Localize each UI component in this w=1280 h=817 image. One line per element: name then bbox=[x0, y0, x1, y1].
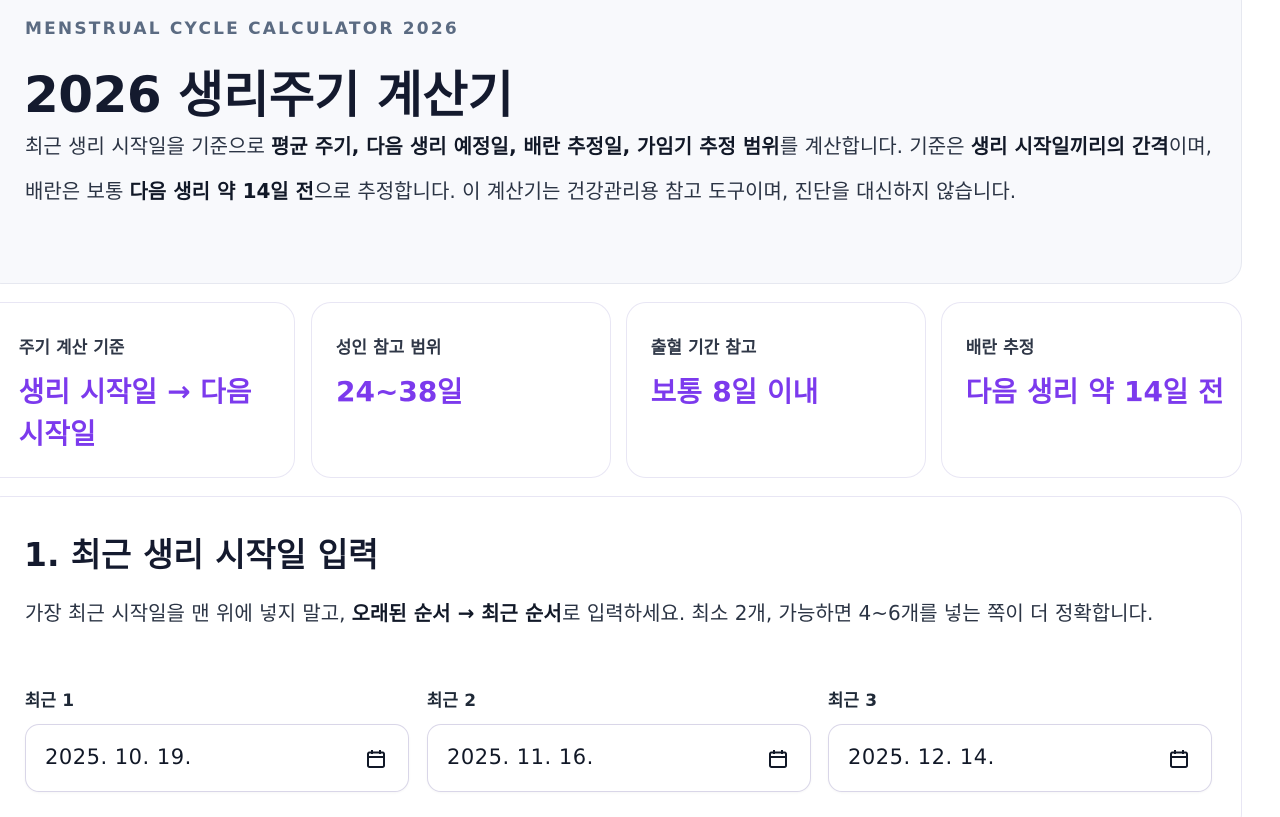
stat-label: 주기 계산 기준 bbox=[19, 338, 125, 358]
field-label-recent-3: 최근 3 bbox=[828, 691, 878, 711]
intro-paragraph: 최근 생리 시작일을 기준으로 평균 주기, 다음 생리 예정일, 배란 추정일… bbox=[25, 124, 1225, 214]
section-title: 1. 최근 생리 시작일 입력 bbox=[24, 535, 379, 574]
stat-label: 배란 추정 bbox=[966, 338, 1035, 358]
date-input-recent-1[interactable]: 2025. 10. 19. bbox=[25, 724, 409, 792]
date-value: 2025. 11. 16. bbox=[447, 745, 594, 769]
page-title: 2026 생리주기 계산기 bbox=[24, 66, 514, 124]
intro-text: 으로 추정합니다. 이 계산기는 건강관리용 참고 도구이며, 진단을 대신하지… bbox=[314, 179, 1017, 203]
stat-card-ovulation: 배란 추정 다음 생리 약 14일 전 bbox=[941, 302, 1242, 478]
intro-bold: 평균 주기, 다음 생리 예정일, 배란 추정일, 가임기 추정 범위 bbox=[271, 134, 780, 158]
stat-label: 출혈 기간 참고 bbox=[651, 338, 757, 358]
section-desc-text: 가장 최근 시작일을 맨 위에 넣지 말고, bbox=[25, 601, 352, 625]
stat-value: 생리 시작일 → 다음 시작일 bbox=[19, 375, 253, 450]
calendar-icon[interactable] bbox=[766, 747, 790, 771]
intro-text: 를 계산합니다. 기준은 bbox=[779, 134, 971, 158]
date-value: 2025. 10. 19. bbox=[45, 745, 192, 769]
intro-bold: 생리 시작일끼리의 간격 bbox=[970, 134, 1169, 158]
section-desc-bold: 오래된 순서 → 최근 순서 bbox=[351, 601, 563, 625]
date-value: 2025. 12. 14. bbox=[848, 745, 995, 769]
section-description: 가장 최근 시작일을 맨 위에 넣지 말고, 오래된 순서 → 최근 순서로 입… bbox=[25, 591, 1225, 636]
section-desc-text: 로 입력하세요. 최소 2개, 가능하면 4~6개를 넣는 쪽이 더 정확합니다… bbox=[562, 601, 1154, 625]
intro-bold: 다음 생리 약 14일 전 bbox=[129, 179, 315, 203]
calendar-icon[interactable] bbox=[364, 747, 388, 771]
date-input-recent-2[interactable]: 2025. 11. 16. bbox=[427, 724, 811, 792]
calendar-icon[interactable] bbox=[1167, 747, 1191, 771]
stat-value: 다음 생리 약 14일 전 bbox=[966, 375, 1225, 408]
date-input-recent-3[interactable]: 2025. 12. 14. bbox=[828, 724, 1212, 792]
stat-value: 24~38일 bbox=[336, 375, 464, 408]
intro-text: 최근 생리 시작일을 기준으로 bbox=[25, 134, 272, 158]
stat-card-adult-range: 성인 참고 범위 24~38일 bbox=[311, 302, 611, 478]
stat-value: 보통 8일 이내 bbox=[651, 375, 819, 408]
field-label-recent-1: 최근 1 bbox=[25, 691, 75, 711]
stat-card-cycle-basis: 주기 계산 기준 생리 시작일 → 다음 시작일 bbox=[0, 302, 295, 478]
eyebrow-text: MENSTRUAL CYCLE CALCULATOR 2026 bbox=[25, 19, 459, 39]
stat-label: 성인 참고 범위 bbox=[336, 338, 442, 358]
stat-card-bleeding-period: 출혈 기간 참고 보통 8일 이내 bbox=[626, 302, 926, 478]
field-label-recent-2: 최근 2 bbox=[427, 691, 477, 711]
